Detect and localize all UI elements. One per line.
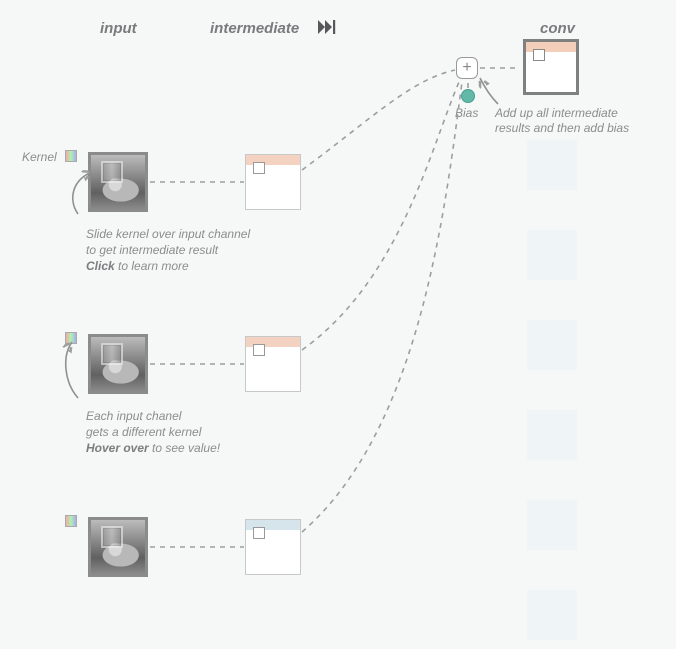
conv-future-6 xyxy=(527,590,577,640)
bias-dot[interactable] xyxy=(461,89,475,103)
intermediate-highlight-2 xyxy=(253,344,265,356)
conv-future-5 xyxy=(527,500,577,550)
intermediate-highlight-1 xyxy=(253,162,265,174)
kernel-chip-1[interactable] xyxy=(65,150,77,162)
skip-forward-icon[interactable] xyxy=(318,20,336,34)
intermediate-box-3[interactable] xyxy=(245,519,301,575)
kernel-overlay-3 xyxy=(101,526,123,548)
conv-future-1 xyxy=(527,140,577,190)
conv-caption: Add up all intermediate results and then… xyxy=(495,106,665,136)
intermediate-box-1[interactable] xyxy=(245,154,301,210)
conv-future-2 xyxy=(527,230,577,280)
input-channel-1[interactable] xyxy=(88,152,148,212)
kernel-chip-3[interactable] xyxy=(65,515,77,527)
caption-row-2[interactable]: Each input chanel gets a different kerne… xyxy=(86,408,306,457)
conv-future-4 xyxy=(527,410,577,460)
header-conv: conv xyxy=(540,20,575,37)
sum-node[interactable]: + xyxy=(456,57,478,79)
header-intermediate: intermediate xyxy=(210,20,299,37)
header-input: input xyxy=(100,20,137,37)
kernel-overlay-2 xyxy=(101,343,123,365)
input-channel-3[interactable] xyxy=(88,517,148,577)
kernel-label: Kernel xyxy=(22,150,57,164)
plus-icon: + xyxy=(462,60,471,76)
conv-output-highlight xyxy=(533,49,545,61)
conv-future-3 xyxy=(527,320,577,370)
kernel-chip-2[interactable] xyxy=(65,332,77,344)
input-channel-2[interactable] xyxy=(88,334,148,394)
intermediate-box-2[interactable] xyxy=(245,336,301,392)
intermediate-highlight-3 xyxy=(253,527,265,539)
conv-output-box[interactable] xyxy=(523,39,579,95)
bias-label: Bias xyxy=(455,106,478,120)
kernel-overlay-1 xyxy=(101,161,123,183)
caption-row-1[interactable]: Slide kernel over input channel to get i… xyxy=(86,226,306,275)
